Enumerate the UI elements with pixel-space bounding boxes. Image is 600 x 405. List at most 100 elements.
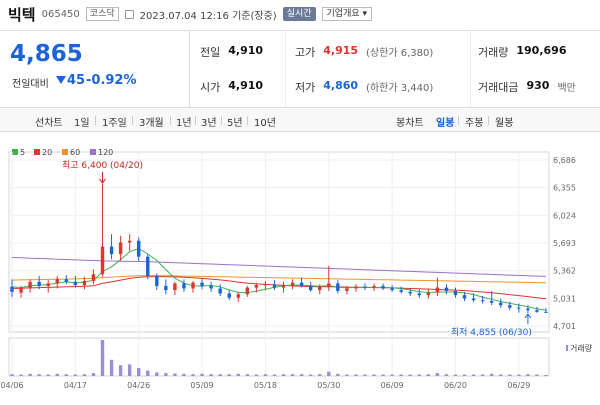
stat-volume: 거래량 190,696: [478, 44, 567, 59]
candle-body: [10, 286, 14, 292]
tab-period-5y[interactable]: 5년: [227, 114, 243, 129]
candle-body: [91, 274, 96, 281]
tab-candle-chart[interactable]: 봉차트: [396, 114, 424, 129]
realtime-button[interactable]: 실시간: [282, 7, 316, 21]
x-tick-label: 05/30: [317, 381, 340, 390]
volume-bar: [327, 371, 331, 376]
company-overview-dropdown[interactable]: 기업개요 ▾: [321, 7, 373, 21]
candle-body: [408, 291, 412, 294]
candle-body: [100, 246, 105, 275]
divider: [221, 116, 222, 125]
divider: [132, 116, 133, 125]
candle-body: [354, 286, 358, 289]
volume-bar: [372, 374, 376, 376]
tab-candle-weekly[interactable]: 주봉: [465, 114, 483, 129]
volume-bar: [281, 374, 286, 376]
volume-bar: [471, 374, 476, 376]
tab-period-10y[interactable]: 10년: [254, 114, 276, 129]
volume-bar: [118, 365, 123, 376]
legend-swatch: [12, 149, 18, 155]
tab-candle-daily[interactable]: 일봉: [436, 114, 454, 129]
candle-body: [137, 240, 141, 257]
volume-bar: [526, 374, 530, 376]
tab-period-1w[interactable]: 1주일: [102, 114, 127, 129]
volume-bar: [191, 374, 195, 376]
candle-body: [146, 256, 150, 276]
candle-body: [263, 284, 268, 286]
candle-body: [290, 282, 295, 286]
current-price-box: 4,865 전일대비 45 -0.92%: [0, 31, 190, 107]
volume-bar: [462, 374, 467, 376]
volume-bar: [444, 374, 449, 376]
volume-bar: [318, 374, 322, 376]
candle-body: [200, 282, 204, 286]
candle-body: [19, 288, 23, 293]
min-annotation: 최저 4,855 (06/30): [451, 327, 532, 338]
volume-bar: [227, 374, 231, 376]
candle-body: [28, 281, 32, 289]
candle-body: [245, 287, 250, 295]
candle-body: [118, 242, 123, 255]
candle-body: [480, 300, 485, 302]
x-tick-label: 04/06: [0, 381, 23, 390]
divider: [95, 116, 96, 125]
volume-bar: [508, 374, 512, 376]
x-tick-label: 06/09: [381, 381, 404, 390]
candle-body: [64, 279, 69, 282]
candle-body: [435, 287, 440, 293]
tab-period-3y[interactable]: 3년: [201, 114, 217, 129]
legend-swatch: [90, 149, 96, 155]
candle-body: [462, 295, 467, 299]
volume-bar: [254, 374, 259, 376]
stock-header: 빅텍 065450 코스닥 2023.07.04 12:16 기준(장중) 실시…: [0, 0, 600, 28]
stat-low: 저가 4,860 (하한가 3,440): [295, 79, 434, 94]
volume-bar: [37, 374, 41, 376]
stat-open: 시가 4,910: [200, 79, 264, 94]
legend-swatch: [62, 149, 68, 155]
down-arrow-icon: [56, 76, 66, 84]
candlestick-chart: 520601206,6866,3556,0245,6935,3625,0314,…: [0, 148, 592, 390]
tab-period-1d[interactable]: 1일: [74, 114, 90, 129]
tab-candle-monthly[interactable]: 월봉: [495, 114, 513, 129]
candle-body: [281, 285, 286, 288]
candle-body: [517, 307, 521, 309]
volume-bar: [73, 374, 78, 376]
divider: [470, 31, 471, 107]
candle-body: [444, 287, 449, 291]
volume-bar: [499, 374, 503, 376]
volume-bar: [435, 373, 440, 376]
x-tick-label: 04/26: [127, 381, 150, 390]
volume-frame: [8, 337, 550, 377]
candle-body: [535, 310, 539, 312]
candle-body: [471, 298, 476, 301]
candle-body: [499, 302, 503, 306]
divider: [170, 116, 171, 125]
volume-bar: [390, 374, 394, 376]
y-tick-label: 6,024: [553, 211, 576, 220]
volume-bar: [55, 373, 59, 376]
tab-period-1y[interactable]: 1년: [176, 114, 192, 129]
divider: [458, 116, 459, 125]
volume-bar: [28, 373, 32, 376]
candle-body: [544, 311, 548, 313]
timestamp: 2023.07.04 12:16 기준(장중): [139, 10, 277, 22]
tab-period-3m[interactable]: 3개월: [139, 114, 164, 129]
candle-body: [127, 240, 132, 243]
stock-name: 빅텍: [8, 5, 36, 24]
volume-bar: [100, 340, 105, 376]
y-tick-label: 6,355: [553, 184, 576, 193]
stat-amount: 거래대금 930 백만: [478, 79, 576, 94]
candle-body: [299, 282, 304, 286]
tab-line-chart[interactable]: 선차트: [35, 114, 63, 129]
volume-bar: [109, 359, 114, 376]
market-badge: 코스닥: [85, 7, 119, 21]
volume-bar: [173, 373, 177, 376]
candle-body: [381, 285, 385, 289]
candle-body: [209, 285, 213, 289]
price-summary: 4,865 전일대비 45 -0.92% 전일 4,910 시가 4,910 고가 4…: [0, 30, 600, 108]
volume-bar: [91, 373, 96, 376]
volume-bar: [354, 374, 358, 376]
volume-bar: [218, 374, 222, 376]
volume-bar: [544, 374, 548, 376]
volume-bar: [236, 373, 240, 376]
